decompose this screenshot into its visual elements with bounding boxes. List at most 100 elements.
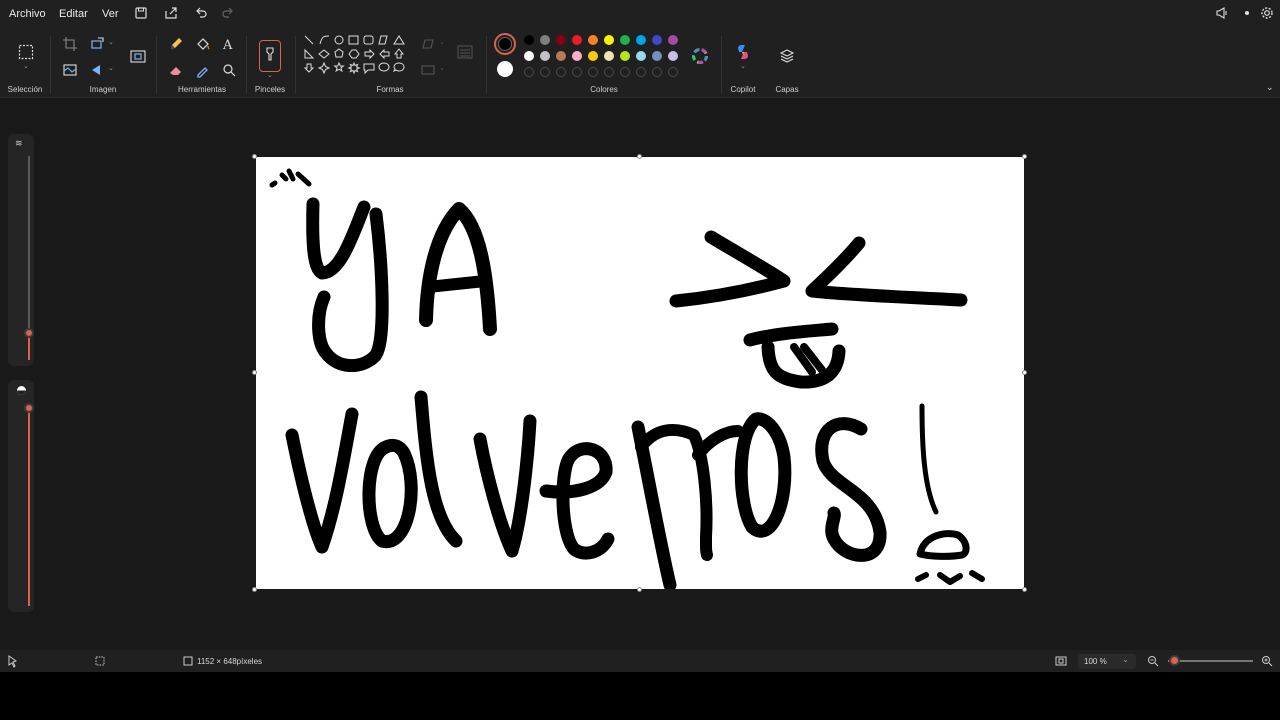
group-label-pinceles: Pinceles — [254, 85, 286, 94]
shape-outline-icon[interactable] — [420, 36, 436, 52]
color-swatch[interactable] — [668, 35, 678, 45]
zoom-in-icon[interactable] — [1260, 654, 1274, 668]
resize-handle[interactable] — [637, 154, 642, 159]
drawing-canvas[interactable] — [256, 157, 1024, 589]
brush-size-slider[interactable]: ≋ — [8, 134, 34, 366]
settings-gear-icon[interactable] — [1260, 6, 1274, 20]
opacity-slider[interactable] — [8, 380, 34, 612]
custom-color-slot[interactable] — [540, 67, 550, 77]
eraser-icon[interactable] — [168, 62, 184, 78]
color-swatch[interactable] — [572, 35, 582, 45]
save-icon[interactable] — [134, 6, 148, 20]
custom-color-slot[interactable] — [588, 67, 598, 77]
custom-color-slot[interactable] — [620, 67, 630, 77]
color-swatch[interactable] — [652, 35, 662, 45]
shape-fill-icon[interactable] — [420, 62, 436, 78]
zoom-dropdown[interactable]: 100 % ⌄ — [1078, 654, 1136, 669]
shape-fill-chevron-icon[interactable]: ⌄ — [439, 64, 445, 72]
custom-color-slot[interactable] — [652, 67, 662, 77]
copilot-chevron-icon[interactable]: ⌄ — [740, 62, 746, 70]
color-swatch[interactable] — [636, 35, 646, 45]
color-swatch[interactable] — [540, 51, 550, 61]
menu-archivo[interactable]: Archivo — [9, 8, 46, 20]
text-tool-icon[interactable]: A — [221, 36, 237, 52]
edit-colors-icon[interactable] — [692, 48, 708, 64]
crop-icon[interactable] — [62, 36, 78, 52]
color-swatch[interactable] — [524, 35, 534, 45]
color-swatch[interactable] — [540, 35, 550, 45]
zoom-out-icon[interactable] — [1146, 654, 1160, 668]
selection-chevron-icon[interactable]: ⌄ — [23, 62, 29, 70]
custom-color-slot[interactable] — [668, 67, 678, 77]
status-bar: 1152 × 648píxeles 100 % ⌄ — [0, 650, 1280, 672]
custom-color-slot[interactable] — [556, 67, 566, 77]
svg-text:A: A — [222, 38, 233, 52]
resize-image-icon[interactable] — [130, 48, 146, 64]
shape-outline-chevron-icon[interactable]: ⌄ — [439, 38, 445, 46]
brushes-button[interactable] — [259, 40, 281, 72]
brushes-chevron-icon[interactable]: ⌄ — [267, 71, 273, 79]
color-swatch[interactable] — [668, 51, 678, 61]
selection-rectangle-icon[interactable] — [18, 44, 34, 60]
resize-handle[interactable] — [252, 154, 257, 159]
ribbon-collapse-chevron-icon[interactable]: ⌄ — [1266, 82, 1274, 93]
account-icon[interactable] — [1240, 6, 1254, 20]
resize-handle[interactable] — [637, 587, 642, 592]
zoom-slider-thumb[interactable] — [1168, 655, 1180, 666]
group-label-imagen: Imagen — [89, 85, 117, 94]
color-swatch[interactable] — [572, 51, 582, 61]
copilot-icon[interactable] — [735, 44, 751, 60]
color-swatch[interactable] — [620, 51, 630, 61]
color-swatch[interactable] — [524, 51, 534, 61]
redo-icon[interactable] — [221, 6, 235, 20]
color-swatch[interactable] — [636, 51, 646, 61]
fit-to-window-icon[interactable] — [1054, 654, 1068, 668]
share-icon[interactable] — [164, 6, 178, 20]
feedback-icon[interactable] — [1215, 6, 1229, 20]
resize-handle[interactable] — [1022, 154, 1027, 159]
color-swatch[interactable] — [652, 51, 662, 61]
color-picker-icon[interactable] — [195, 62, 211, 78]
shapes-gallery[interactable] — [303, 34, 408, 84]
ribbon-toolbar: ⌄ Selección ⌄ ⌄ Imagen A Herramientas ⌄ … — [0, 28, 1280, 98]
layers-icon[interactable] — [779, 48, 795, 64]
custom-color-slot[interactable] — [604, 67, 614, 77]
zoom-chevron-icon: ⌄ — [1122, 655, 1129, 664]
resize-handle[interactable] — [252, 587, 257, 592]
color-swatch[interactable] — [604, 51, 614, 61]
remove-background-icon[interactable] — [62, 62, 78, 78]
menu-ver[interactable]: Ver — [102, 8, 119, 20]
secondary-color-swatch[interactable] — [497, 61, 513, 77]
flip-chevron-icon[interactable]: ⌄ — [108, 64, 114, 72]
color-swatch[interactable] — [588, 35, 598, 45]
stroke-size-icon: ≋ — [15, 138, 23, 148]
group-label-capas: Capas — [775, 85, 799, 94]
primary-color-button[interactable] — [494, 33, 516, 55]
menu-editar[interactable]: Editar — [59, 8, 88, 20]
stroke-size-icon[interactable] — [457, 44, 473, 60]
flip-icon[interactable] — [90, 62, 106, 78]
fill-bucket-icon[interactable] — [195, 36, 211, 52]
primary-color-swatch — [498, 37, 512, 51]
rotate-icon[interactable] — [90, 36, 106, 52]
color-swatch[interactable] — [588, 51, 598, 61]
canvas-size-text: 1152 × 648píxeles — [197, 657, 263, 666]
magnifier-icon[interactable] — [221, 62, 237, 78]
color-swatch[interactable] — [620, 35, 630, 45]
resize-handle[interactable] — [1022, 370, 1027, 375]
color-swatch[interactable] — [604, 35, 614, 45]
rotate-chevron-icon[interactable]: ⌄ — [108, 38, 114, 46]
resize-handle[interactable] — [252, 370, 257, 375]
slider-thumb[interactable] — [24, 328, 34, 338]
custom-color-slot[interactable] — [572, 67, 582, 77]
color-swatch[interactable] — [556, 51, 566, 61]
slider-thumb[interactable] — [24, 403, 34, 413]
undo-icon[interactable] — [194, 6, 208, 20]
resize-handle[interactable] — [1022, 587, 1027, 592]
custom-color-slot[interactable] — [636, 67, 646, 77]
color-swatch[interactable] — [556, 35, 566, 45]
pencil-icon[interactable] — [168, 36, 184, 52]
ribbon-separator — [486, 36, 487, 94]
group-label-colores: Colores — [590, 85, 618, 94]
custom-color-slot[interactable] — [524, 67, 534, 77]
